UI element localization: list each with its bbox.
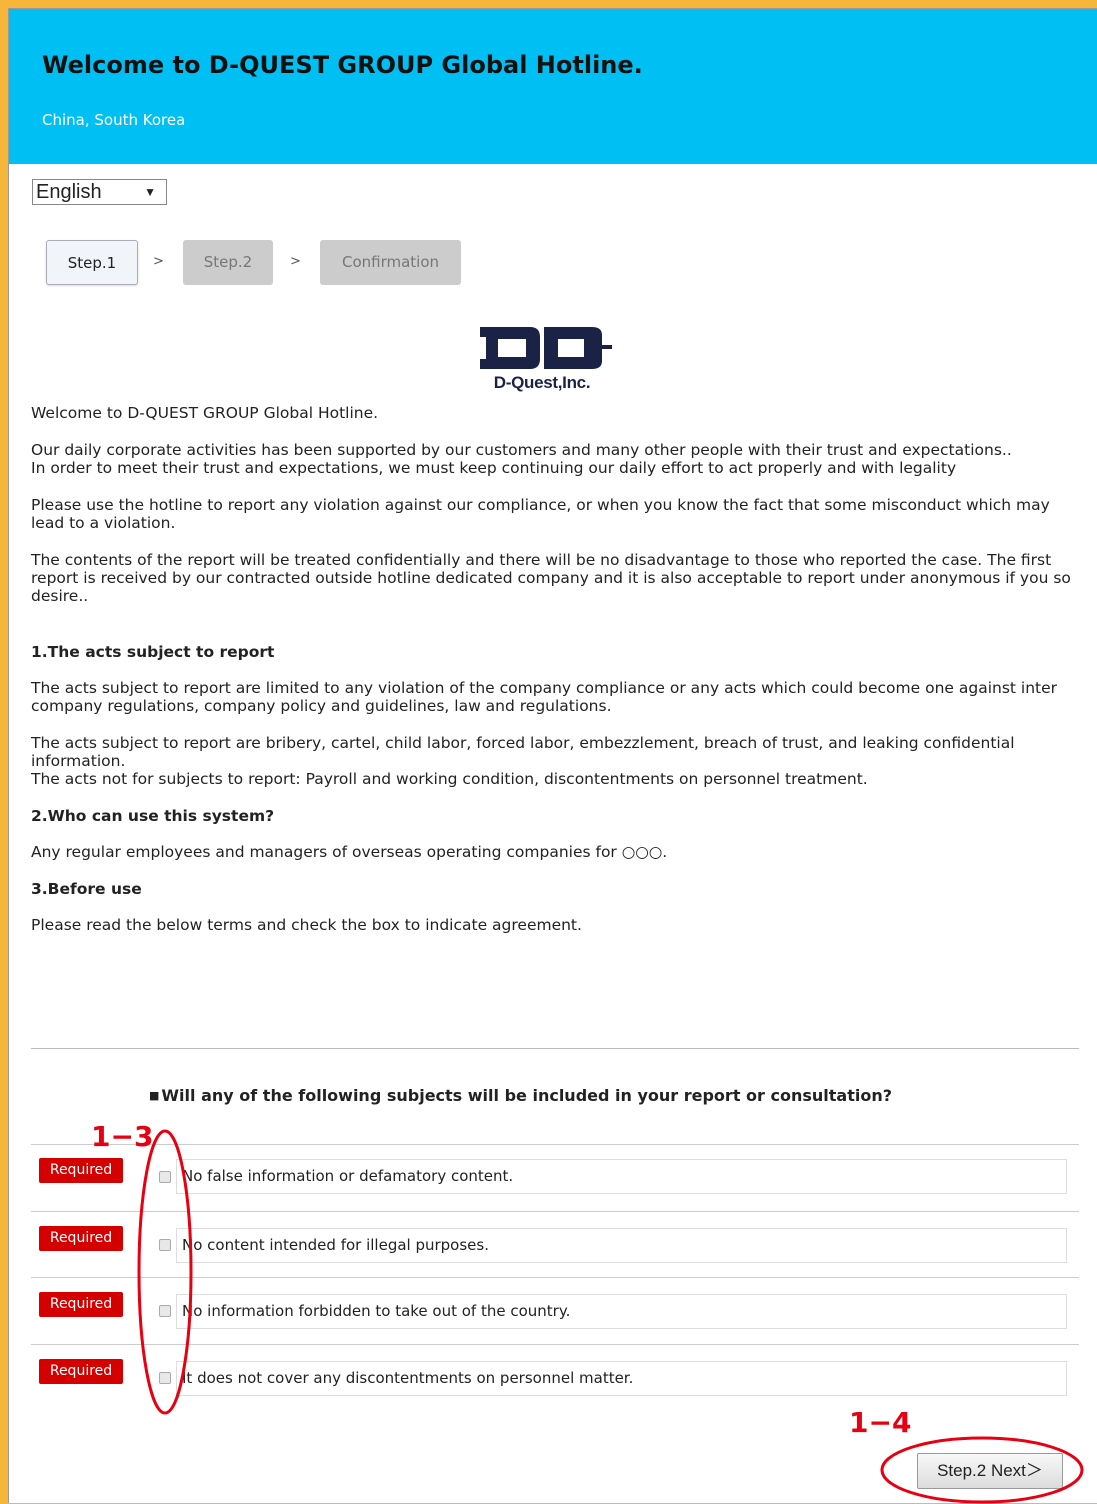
section-heading: 2.Who can use this system? — [31, 807, 275, 825]
section-heading: 1.The acts subject to report — [31, 643, 275, 661]
confirmation-tab: Confirmation — [320, 240, 461, 285]
agreement-checkbox-3[interactable] — [159, 1305, 171, 1317]
row-divider — [31, 1211, 1079, 1212]
section-heading: 3.Before use — [31, 880, 142, 898]
dq-logo-icon — [480, 327, 612, 369]
language-selected-value: English — [36, 181, 102, 203]
required-badge: Required — [39, 1359, 123, 1384]
intro-paragraph: Please use the hotline to report any vio… — [31, 496, 1050, 532]
step-separator: > — [153, 254, 164, 269]
question-text: Will any of the following subjects will … — [161, 1086, 892, 1105]
section-paragraph: Please read the below terms and check th… — [31, 916, 582, 934]
intro-welcome: Welcome to D-QUEST GROUP Global Hotline. — [31, 404, 379, 422]
intro-paragraph: In order to meet their trust and expecta… — [31, 459, 957, 477]
agreement-question: ■ Will any of the following subjects will… — [149, 1086, 892, 1105]
row-divider — [31, 1277, 1079, 1278]
section-paragraph: The acts subject to report are limited t… — [31, 679, 1058, 715]
section-paragraph: Any regular employees and managers of ov… — [31, 843, 668, 861]
chevron-down-icon: ▼ — [144, 185, 156, 199]
agreement-text-4: It does not cover any discontentments on… — [176, 1361, 1067, 1396]
square-bullet-icon: ■ — [149, 1089, 160, 1102]
step-separator: > — [290, 254, 301, 269]
row-divider — [31, 1144, 1079, 1145]
required-badge: Required — [39, 1158, 123, 1183]
page-frame: Welcome to D-QUEST GROUP Global Hotline.… — [8, 8, 1097, 1504]
logo-text: D-Quest,Inc. — [493, 373, 591, 392]
step-2-tab: Step.2 — [183, 240, 273, 285]
agreement-text-2: No content intended for illegal purposes… — [176, 1228, 1067, 1263]
header-subtitle: China, South Korea — [42, 111, 186, 129]
intro-paragraph: The contents of the report will be treat… — [31, 551, 1071, 605]
agreement-checkbox-4[interactable] — [159, 1372, 171, 1384]
page-title: Welcome to D-QUEST GROUP Global Hotline. — [42, 51, 643, 79]
annotation-label-1-4: 1−4 — [849, 1406, 912, 1439]
company-logo: D-Quest,Inc. — [472, 321, 612, 392]
agreement-checkbox-1[interactable] — [159, 1171, 171, 1183]
section-paragraph: The acts subject to report are bribery, … — [31, 734, 1015, 770]
required-badge: Required — [39, 1292, 123, 1317]
step-1-tab: Step.1 — [46, 240, 138, 285]
section-divider — [31, 1048, 1079, 1049]
intro-paragraph: Our daily corporate activities has been … — [31, 441, 1012, 459]
agreement-checkbox-2[interactable] — [159, 1239, 171, 1251]
header-banner: Welcome to D-QUEST GROUP Global Hotline.… — [9, 9, 1097, 164]
agreement-text-1: No false information or defamatory conte… — [176, 1159, 1067, 1194]
section-paragraph: The acts not for subjects to report: Pay… — [31, 770, 868, 788]
step2-next-button[interactable]: Step.2 Next＞ — [917, 1453, 1063, 1489]
agreement-text-3: No information forbidden to take out of … — [176, 1294, 1067, 1329]
annotation-label-1-3: 1−3 — [91, 1120, 154, 1153]
required-badge: Required — [39, 1226, 123, 1251]
row-divider — [31, 1344, 1079, 1345]
language-select[interactable]: English ▼ — [32, 179, 167, 205]
main-content: Welcome to D-QUEST GROUP Global Hotline.… — [31, 404, 1081, 953]
